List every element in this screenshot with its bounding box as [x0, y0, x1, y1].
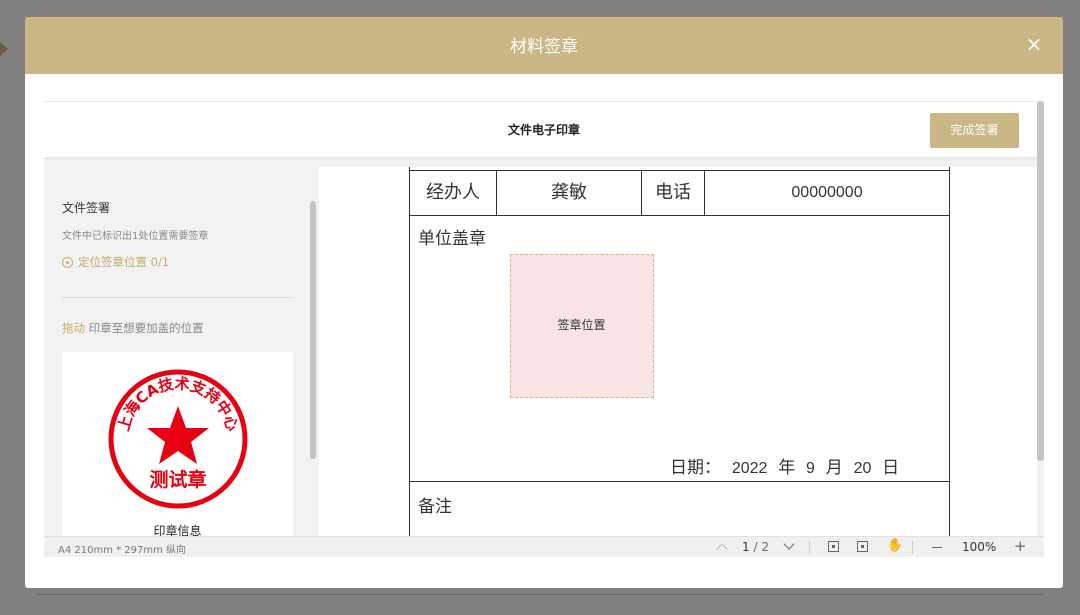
finish-signing-button[interactable]: 完成签署: [930, 113, 1019, 148]
remarks-divider: [410, 481, 949, 482]
close-icon[interactable]: ×: [1023, 33, 1045, 55]
sign-position-label: 签章位置: [557, 318, 606, 332]
drag-highlight: 拖动: [62, 321, 85, 335]
status-separator: [809, 541, 810, 554]
date-line: 日期： 2022 年 9 月 20 日: [670, 453, 899, 478]
locate-sign-position-link[interactable]: 定位签章位置 0/1: [62, 254, 169, 270]
seal-card[interactable]: 上海CA技术支持中心 测试章 印章信息: [62, 352, 293, 542]
background-arrow-icon: [0, 42, 8, 56]
date-label: 日期：: [670, 458, 721, 478]
document-scrollbar[interactable]: [1037, 101, 1044, 461]
date-year-unit: 年: [778, 458, 796, 478]
date-day: 20: [853, 460, 872, 477]
unit-seal-label: 单位盖章: [418, 229, 486, 249]
document-viewer: 经办人 龚敏 电话 00000000 单位盖章 签章位置 日期： 2022 年 …: [319, 167, 1037, 536]
paper-size: A4 210mm * 297mm 纵向: [58, 545, 187, 556]
current-page[interactable]: 1: [742, 540, 750, 554]
left-panel-scrollbar[interactable]: [310, 201, 316, 459]
date-day-unit: 日: [882, 458, 900, 478]
date-year: 2022: [731, 460, 768, 477]
signing-frame: 文件电子印章 完成签署 文件签署 文件中已标识出1处位置需要签章 定位签章位置 …: [44, 101, 1044, 557]
frame-toolbar: 文件电子印章 完成签署: [44, 101, 1044, 157]
panel-divider: [62, 297, 292, 298]
table-row: 经办人 龚敏 电话 00000000: [410, 170, 949, 216]
chevron-up-icon[interactable]: [716, 543, 728, 555]
sign-position-box[interactable]: 签章位置: [510, 254, 654, 398]
signing-modal: 材料签章 × 文件电子印章 完成签署 文件签署 文件中已标识出1处位置需要签章 …: [25, 17, 1063, 588]
phone-label: 电话: [642, 171, 705, 215]
seal-stamp-icon[interactable]: 上海CA技术支持中心 测试章: [107, 368, 249, 510]
phone-value: 00000000: [791, 184, 863, 201]
hand-tool-icon[interactable]: ✋: [887, 538, 903, 553]
zoom-level[interactable]: 100%: [962, 540, 996, 554]
signing-description: 文件中已标识出1处位置需要签章: [62, 231, 209, 242]
modal-title: 材料签章: [510, 37, 578, 57]
fit-page-icon[interactable]: [857, 541, 868, 552]
left-panel: 文件签署 文件中已标识出1处位置需要签章 定位签章位置 0/1 拖动 印章至想要…: [44, 167, 318, 542]
fit-width-icon[interactable]: [828, 541, 839, 552]
background-divider: [35, 594, 1045, 595]
zoom-in-icon[interactable]: +: [1014, 539, 1027, 554]
drag-instruction: 拖动 印章至想要加盖的位置: [62, 320, 204, 336]
remarks-label: 备注: [418, 497, 452, 517]
document-table: 经办人 龚敏 电话 00000000 单位盖章 签章位置 日期： 2022 年 …: [409, 167, 950, 536]
frame-title: 文件电子印章: [507, 123, 580, 137]
locate-label: 定位签章位置 0/1: [78, 255, 170, 269]
handler-label: 经办人: [410, 171, 497, 215]
page-indicator: 1 / 2: [742, 540, 769, 554]
chevron-down-icon[interactable]: [783, 538, 795, 550]
handler-value: 龚敏: [497, 171, 642, 215]
document-page: 经办人 龚敏 电话 00000000 单位盖章 签章位置 日期： 2022 年 …: [319, 167, 1037, 536]
date-month: 9: [806, 460, 815, 477]
file-signing-title: 文件签署: [62, 201, 111, 215]
date-month-unit: 月: [825, 458, 843, 478]
status-bar: A4 210mm * 297mm 纵向 1 / 2 ✋ 100% +: [44, 536, 1044, 557]
modal-header: 材料签章 ×: [25, 17, 1063, 74]
total-pages: / 2: [753, 540, 769, 554]
status-separator: [912, 541, 913, 554]
zoom-out-icon[interactable]: [932, 547, 942, 549]
locate-icon: [62, 256, 73, 268]
svg-text:测试章: 测试章: [149, 468, 206, 491]
drag-text: 印章至想要加盖的位置: [85, 321, 204, 335]
